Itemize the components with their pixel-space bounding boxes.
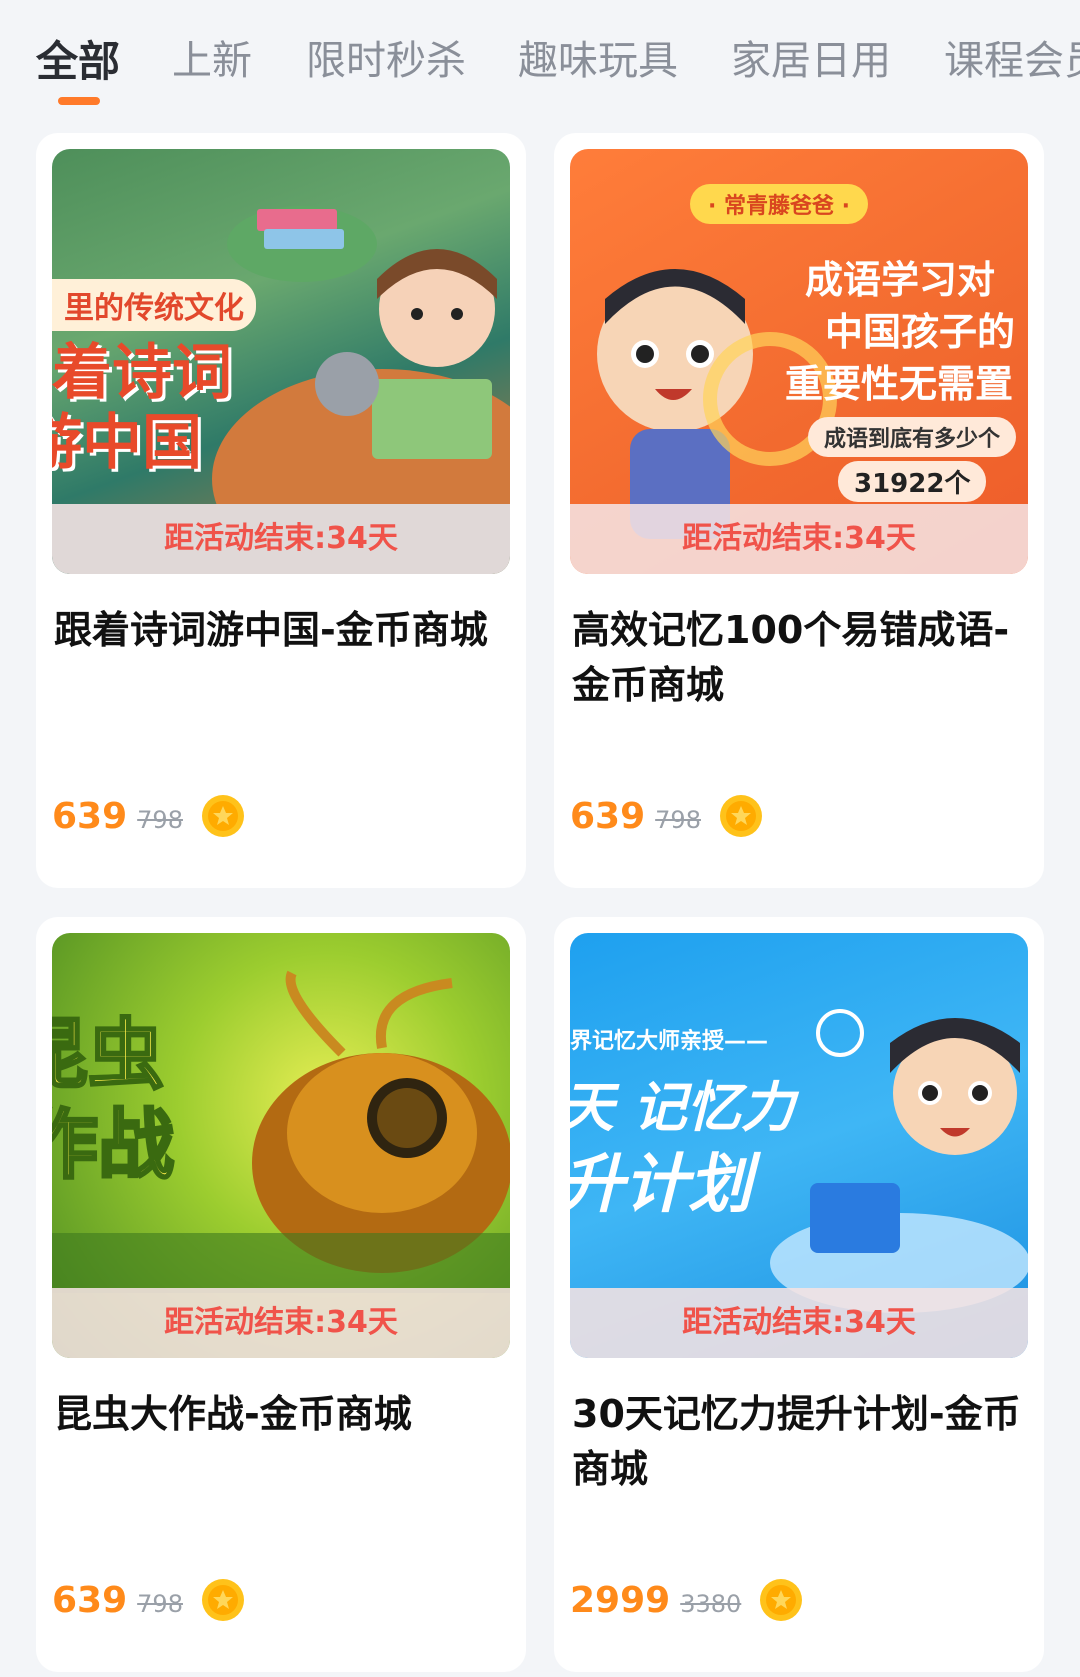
product-thumbnail: 昆虫 作战 距活动结束:34天 [52, 933, 510, 1358]
product-card[interactable]: 昆虫 作战 距活动结束:34天 昆虫大作战-金币商城 639 798 [36, 917, 526, 1672]
countdown-label: 距活动结束:34天 [52, 504, 510, 574]
image-title-line2: 游中国 [52, 408, 202, 478]
product-card[interactable]: 里的传统文化 着诗词 游中国 距活动结束:34天 跟着诗词游中国-金币商城 63… [36, 133, 526, 888]
image-title-line1: 天 记忆力 [570, 1076, 795, 1139]
image-title-line2: 升计划 [570, 1148, 752, 1222]
tab-flash-sale[interactable]: 限时秒杀 [306, 28, 466, 86]
original-price: 798 [655, 806, 701, 834]
image-title-line2: 中国孩子的 [825, 310, 1016, 354]
coin-price: 2999 [570, 1579, 671, 1621]
image-title-line2: 作战 [52, 1099, 176, 1191]
price-row: 639 798 [570, 791, 763, 841]
tab-all[interactable]: 全部 [36, 28, 120, 89]
gold-coin-icon [760, 1579, 803, 1621]
coin-price: 639 [52, 795, 128, 837]
original-price: 798 [137, 806, 183, 834]
price-row: 2999 3380 [570, 1575, 803, 1625]
product-title[interactable]: 昆虫大作战-金币商城 [54, 1387, 509, 1442]
price-row: 639 798 [52, 1575, 245, 1625]
tab-new[interactable]: 上新 [172, 28, 252, 86]
original-price: 3380 [680, 1590, 742, 1618]
product-thumbnail: 界记忆大师亲授—— 天 记忆力 升计划 距活动结束:34天 [570, 933, 1028, 1358]
product-thumbnail: 里的传统文化 着诗词 游中国 距活动结束:34天 [52, 149, 510, 574]
active-tab-indicator [58, 97, 100, 105]
coin-price: 639 [52, 1579, 128, 1621]
countdown-label: 距活动结束:34天 [570, 504, 1028, 574]
product-title[interactable]: 高效记忆100个易错成语-金币商城 [572, 603, 1027, 713]
original-price: 798 [137, 1590, 183, 1618]
tab-fun-toys[interactable]: 趣味玩具 [518, 28, 678, 86]
gold-coin-icon [719, 795, 762, 837]
image-badge-text: · 常青藤爸爸 · [690, 184, 869, 224]
gold-coin-icon [201, 1579, 244, 1621]
product-card[interactable]: 界记忆大师亲授—— 天 记忆力 升计划 距活动结束:34天 30天记忆力提升计划… [554, 917, 1044, 1672]
tab-home-goods[interactable]: 家居日用 [731, 28, 891, 86]
product-card[interactable]: · 常青藤爸爸 · 成语学习对 中国孩子的 重要性无需置 成语到底有多少个 31… [554, 133, 1044, 888]
image-title-line3: 重要性无需置 [785, 362, 1014, 406]
image-subtitle: 成语到底有多少个 [808, 417, 1017, 457]
gold-coin-icon [201, 795, 244, 837]
product-thumbnail: · 常青藤爸爸 · 成语学习对 中国孩子的 重要性无需置 成语到底有多少个 31… [570, 149, 1028, 574]
price-row: 639 798 [52, 791, 245, 841]
image-number: 31922个 [838, 461, 987, 502]
image-top-text: 界记忆大师亲授—— [570, 1029, 769, 1054]
image-title-line1: 成语学习对 [805, 258, 996, 302]
tab-course-membership[interactable]: 课程会员 [944, 28, 1080, 86]
countdown-label: 距活动结束:34天 [570, 1288, 1028, 1358]
coin-price: 639 [570, 795, 646, 837]
countdown-label: 距活动结束:34天 [52, 1288, 510, 1358]
category-tab-bar: 全部 上新 限时秒杀 趣味玩具 家居日用 课程会员 [0, 0, 1080, 120]
product-title[interactable]: 跟着诗词游中国-金币商城 [54, 603, 509, 658]
product-title[interactable]: 30天记忆力提升计划-金币商城 [572, 1387, 1027, 1497]
